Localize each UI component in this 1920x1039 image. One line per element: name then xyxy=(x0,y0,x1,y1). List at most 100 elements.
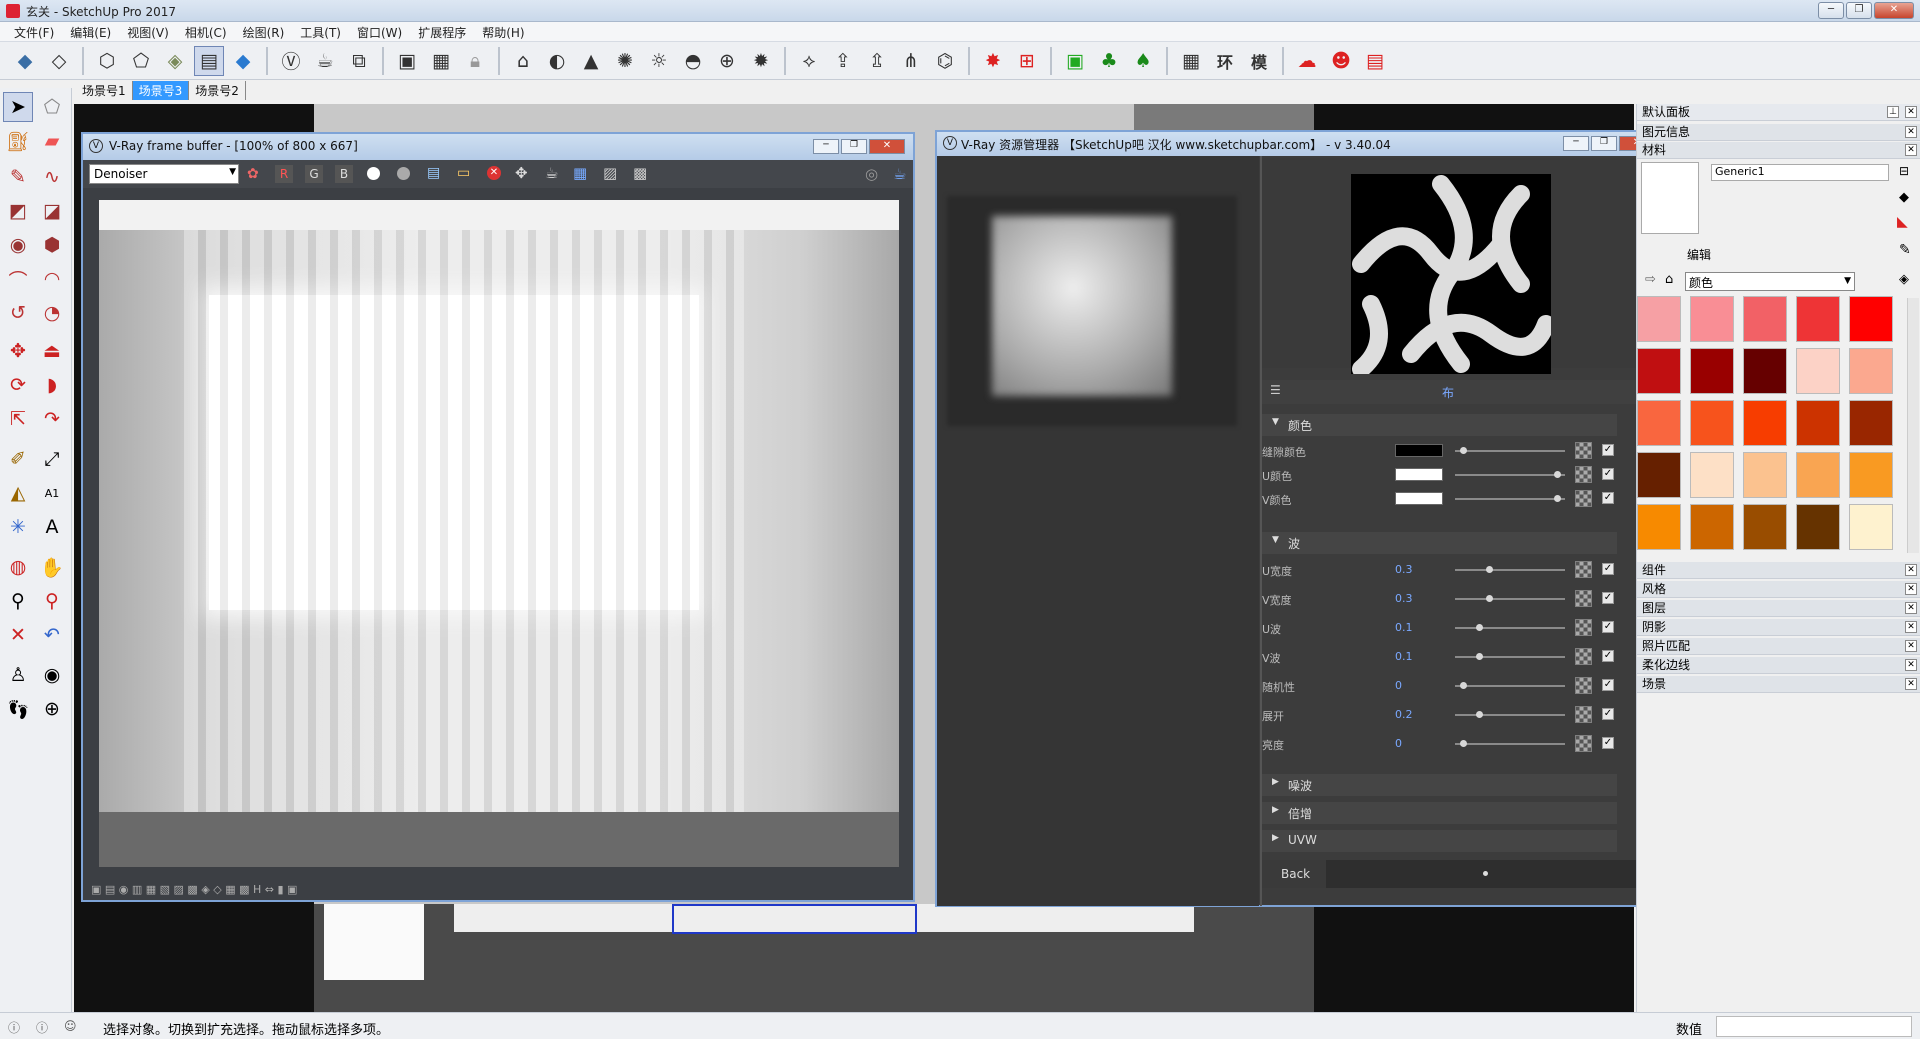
sphere-icon[interactable]: ◐ xyxy=(542,46,572,76)
paint-bucket-icon[interactable]: ⛽︎ xyxy=(3,126,33,156)
zoom-tool-icon[interactable]: ⚲ xyxy=(3,586,33,616)
texture-slot-icon[interactable] xyxy=(1575,561,1592,578)
panel-header-6[interactable]: 场景 ✕ xyxy=(1637,676,1920,693)
default-material-icon[interactable]: ◣ xyxy=(1897,214,1908,230)
gear-red-icon[interactable]: ✸ xyxy=(978,46,1008,76)
pie-tool-icon[interactable]: ◔ xyxy=(37,298,67,328)
color-swatch[interactable] xyxy=(1743,504,1787,550)
panel-header-0[interactable]: 组件 ✕ xyxy=(1637,562,1920,579)
section-uvw-header[interactable]: ▶ UVW xyxy=(1262,830,1617,852)
people-icon[interactable]: ☻ xyxy=(1326,46,1356,76)
menu-draw[interactable]: 绘图(R) xyxy=(235,22,293,41)
zoom-window-icon[interactable]: ⚲ xyxy=(37,586,67,616)
eyedropper-icon[interactable]: ✎ xyxy=(1899,242,1911,258)
vray-logo-icon[interactable]: Ⓥ xyxy=(276,46,306,76)
details-arrow-icon[interactable]: ◈ xyxy=(1899,272,1909,287)
asset-editor-restore-button[interactable]: ❐ xyxy=(1591,136,1617,151)
history-icon[interactable]: ▩ xyxy=(633,164,647,182)
photo-icon[interactable]: ▣ xyxy=(1060,46,1090,76)
component-tool-icon[interactable]: ⬠ xyxy=(37,92,67,122)
color-swatch[interactable] xyxy=(1637,348,1681,394)
dimension-tool-icon[interactable]: ⤢ xyxy=(37,444,67,474)
scene-tab-2[interactable]: 场景号2 xyxy=(189,81,246,100)
look-around-icon[interactable]: ◉ xyxy=(37,660,67,690)
menu-camera[interactable]: 相机(C) xyxy=(177,22,235,41)
panel-header-1[interactable]: 风格 ✕ xyxy=(1637,581,1920,598)
entity-info-header[interactable]: 图元信息 ✕ xyxy=(1637,124,1920,141)
param-slider[interactable] xyxy=(1455,447,1565,454)
arc3-tool-icon[interactable]: ↺ xyxy=(3,298,33,328)
material-swatch-preview[interactable] xyxy=(1641,162,1699,234)
circle-tool-icon[interactable]: ◉ xyxy=(3,230,33,260)
section-plane-icon[interactable]: ⊕ xyxy=(37,694,67,724)
menu-edit[interactable]: 编辑(E) xyxy=(62,22,119,41)
eraser-icon[interactable]: ▰ xyxy=(37,126,67,156)
dome-icon[interactable]: ✺ xyxy=(610,46,640,76)
color-swatch[interactable] xyxy=(1796,296,1840,342)
tray-close-icon[interactable]: ✕ xyxy=(1905,106,1917,118)
previous-view-icon[interactable]: ↶ xyxy=(37,620,67,650)
close-icon[interactable]: ✕ xyxy=(1905,583,1917,595)
panel-header-2[interactable]: 图层 ✕ xyxy=(1637,600,1920,617)
channel-select[interactable]: Denoiser ▼ xyxy=(89,164,239,184)
tape-tool-icon[interactable]: ✐ xyxy=(3,444,33,474)
red-channel-button[interactable]: R xyxy=(275,165,293,183)
param-value[interactable]: 0 xyxy=(1395,737,1402,750)
minimize-button[interactable]: ─ xyxy=(1818,2,1844,19)
huan-button[interactable]: 环 xyxy=(1210,46,1240,76)
color-swatch[interactable] xyxy=(1690,296,1734,342)
sun-icon[interactable]: ☼ xyxy=(644,46,674,76)
cube-icon[interactable]: ⬡ xyxy=(92,46,122,76)
color-swatch[interactable] xyxy=(1743,452,1787,498)
close-icon[interactable]: ✕ xyxy=(1905,602,1917,614)
region-render-icon[interactable]: ▦ xyxy=(573,164,587,182)
offset-tool-icon[interactable]: ↷ xyxy=(37,404,67,434)
teapot-render-icon[interactable]: ☕ xyxy=(545,164,558,182)
white-dot-icon[interactable] xyxy=(367,167,380,180)
axes-tool-icon[interactable]: ✳ xyxy=(3,512,33,542)
color-swatch[interactable] xyxy=(1743,296,1787,342)
texture-slot-icon[interactable] xyxy=(1575,590,1592,607)
close-icon[interactable]: ✕ xyxy=(1905,678,1917,690)
panel-header-3[interactable]: 阴影 ✕ xyxy=(1637,619,1920,636)
rotate-tool-icon[interactable]: ⟳ xyxy=(3,370,33,400)
param-slider[interactable] xyxy=(1455,740,1565,747)
section-color-header[interactable]: ▼ 颜色 xyxy=(1262,414,1617,436)
create-material-icon[interactable]: ◆ xyxy=(1899,190,1909,205)
param-value[interactable]: 0.1 xyxy=(1395,650,1413,663)
line-tool-icon[interactable]: ✎ xyxy=(3,162,33,192)
position-camera-icon[interactable]: ♙ xyxy=(3,660,33,690)
texture-slot-icon[interactable] xyxy=(1575,735,1592,752)
color-swatch[interactable] xyxy=(1637,504,1681,550)
color-swatch[interactable] xyxy=(1743,400,1787,446)
menu-window[interactable]: 窗口(W) xyxy=(349,22,410,41)
close-icon[interactable]: ✕ xyxy=(1905,659,1917,671)
zoom-extents-icon[interactable]: ✕ xyxy=(3,620,33,650)
cube-outline-icon[interactable]: ⬠ xyxy=(126,46,156,76)
geo-location-icon[interactable]: ⓘ xyxy=(8,1019,20,1036)
scene-tab-1[interactable]: 场景号1 xyxy=(76,81,133,100)
slider-knob[interactable] xyxy=(1553,471,1561,478)
credits-icon[interactable]: ⓘ xyxy=(36,1019,48,1036)
plane-icon[interactable]: ⟡ xyxy=(794,46,824,76)
scene-tab-3[interactable]: 场景号3 xyxy=(132,81,190,100)
asset-editor-minimize-button[interactable]: ─ xyxy=(1563,136,1589,151)
select-tool-icon[interactable]: ➤ xyxy=(3,92,33,122)
color-swatch[interactable] xyxy=(1796,348,1840,394)
color-swatch[interactable] xyxy=(1796,400,1840,446)
section-noise-header[interactable]: ▶ 噪波 xyxy=(1262,774,1617,796)
light-gen-icon[interactable]: ⊕ xyxy=(712,46,742,76)
followme-tool-icon[interactable]: ◗ xyxy=(37,370,67,400)
arc2-tool-icon[interactable]: ◠ xyxy=(37,264,67,294)
texture-slot-icon[interactable] xyxy=(1575,466,1592,483)
table-icon[interactable]: ▦ xyxy=(1176,46,1206,76)
follow-mouse-icon[interactable]: ✥ xyxy=(515,164,528,182)
arc-tool-icon[interactable]: ⌒ xyxy=(3,264,33,294)
list-icon[interactable]: ☰ xyxy=(1270,383,1281,397)
materials-header[interactable]: 材料 ✕ xyxy=(1637,142,1920,159)
menu-help[interactable]: 帮助(H) xyxy=(474,22,532,41)
render-region-icon[interactable]: ⧉ xyxy=(344,46,374,76)
protractor-tool-icon[interactable]: ◭ xyxy=(3,478,33,508)
proxy2-icon[interactable]: ⇫ xyxy=(862,46,892,76)
restore-button[interactable]: ❐ xyxy=(1846,2,1872,19)
